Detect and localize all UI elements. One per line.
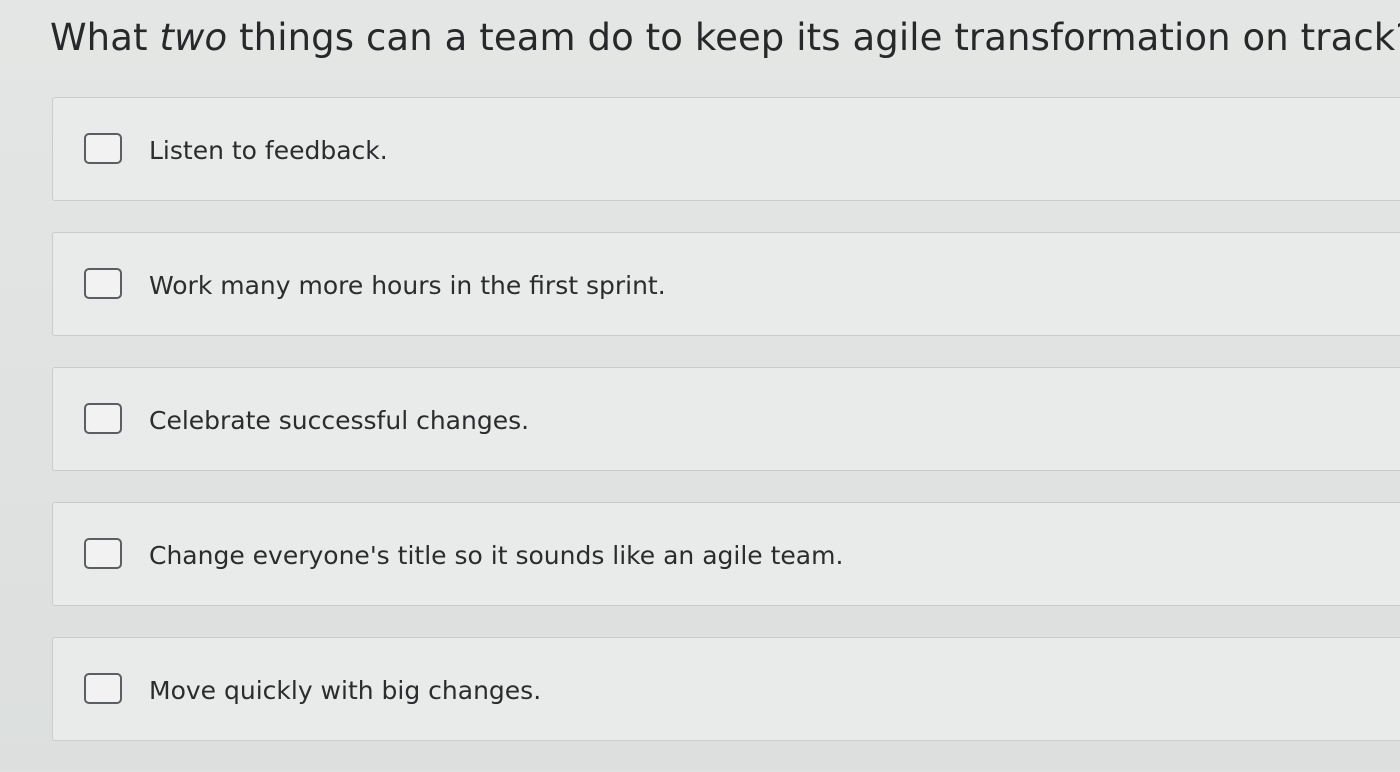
question-text: What two things can a team do to keep it… (50, 16, 1400, 59)
checkbox-3[interactable] (84, 403, 122, 434)
answer-option-5[interactable]: Move quickly with big changes. (52, 637, 1400, 741)
answer-label-5: Move quickly with big changes. (149, 676, 542, 705)
checkbox-1[interactable] (84, 133, 122, 164)
answer-option-1[interactable]: Listen to feedback. (52, 97, 1400, 201)
answer-option-2[interactable]: Work many more hours in the first sprint… (52, 232, 1400, 336)
answer-label-4: Change everyone's title so it sounds lik… (149, 541, 844, 570)
question-prefix: What (50, 16, 160, 59)
quiz-page: What two things can a team do to keep it… (0, 0, 1400, 770)
answer-label-1: Listen to feedback. (149, 136, 388, 165)
answer-label-3: Celebrate successful changes. (149, 406, 530, 435)
answer-option-3[interactable]: Celebrate successful changes. (52, 367, 1400, 471)
question-suffix: things can a team do to keep its agile t… (227, 16, 1400, 59)
checkbox-5[interactable] (84, 673, 122, 704)
answer-options: Listen to feedback. Work many more hours… (52, 97, 1400, 772)
question-emphasis: two (159, 16, 228, 59)
checkbox-2[interactable] (84, 268, 122, 299)
answer-label-2: Work many more hours in the first sprint… (149, 271, 666, 300)
checkbox-4[interactable] (84, 538, 122, 569)
answer-option-4[interactable]: Change everyone's title so it sounds lik… (52, 502, 1400, 606)
